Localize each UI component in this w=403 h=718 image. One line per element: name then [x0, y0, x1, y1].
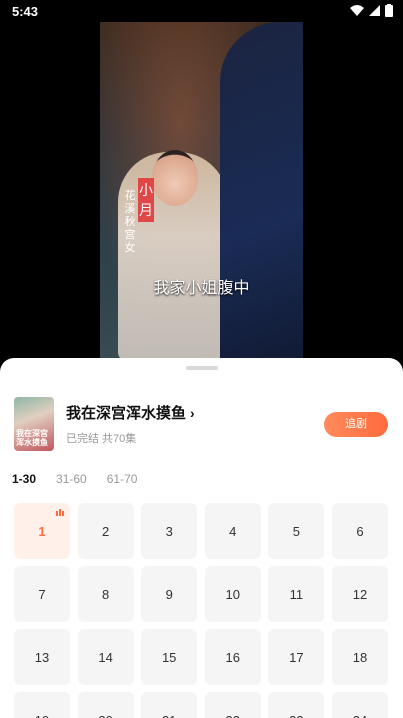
episode-button[interactable]: 16	[204, 629, 261, 685]
episode-number: 3	[165, 523, 173, 539]
episode-button[interactable]: 5	[268, 503, 325, 559]
sheet-drag-handle[interactable]	[186, 366, 218, 370]
status-bar: 5:43	[0, 0, 403, 24]
wifi-icon	[350, 5, 364, 16]
episode-number: 14	[98, 649, 113, 665]
video-character-head	[152, 150, 198, 206]
drama-title-link[interactable]: 我在深宫浑水摸鱼 ›	[66, 402, 195, 423]
episode-button[interactable]: 17	[268, 629, 325, 685]
episode-number: 21	[162, 713, 176, 718]
character-name-tag: 小月	[138, 178, 154, 222]
episode-number: 12	[352, 586, 368, 602]
video-foreground-figure	[220, 22, 303, 362]
episode-button[interactable]: 18	[331, 629, 388, 685]
episode-number: 10	[225, 586, 241, 602]
episode-number: 2	[101, 523, 110, 539]
signal-icon	[369, 5, 380, 16]
episode-number: 19	[35, 713, 49, 718]
status-icons	[350, 4, 393, 17]
episode-button[interactable]: 14	[77, 629, 134, 685]
episode-button[interactable]: 15	[141, 629, 198, 685]
episode-range-tabs: 1-30 31-60 61-70	[12, 472, 137, 486]
episode-button[interactable]: 11	[268, 566, 325, 622]
episode-button[interactable]: 9	[141, 566, 198, 622]
tab-61-70[interactable]: 61-70	[107, 472, 138, 486]
episode-number: 13	[34, 649, 50, 665]
episode-number: 20	[98, 713, 112, 718]
tab-31-60[interactable]: 31-60	[56, 472, 87, 486]
drama-cover-text: 我在深宫浑水摸鱼	[16, 429, 48, 447]
episode-button[interactable]: 1	[14, 503, 70, 559]
episode-button[interactable]: 20	[77, 692, 134, 718]
episode-button[interactable]: 13	[14, 629, 70, 685]
episode-number: 23	[289, 713, 303, 718]
episode-button[interactable]: 8	[77, 566, 134, 622]
episode-button[interactable]: 24	[331, 692, 388, 718]
follow-button[interactable]: 追剧	[324, 412, 388, 437]
episode-number: 18	[352, 649, 368, 665]
chevron-right-icon: ›	[190, 405, 195, 421]
episode-grid: 123456789101112131415161718192021222324	[14, 503, 390, 718]
episode-number: 4	[229, 523, 237, 539]
episode-button[interactable]: 19	[14, 692, 70, 718]
episode-number: 16	[225, 649, 241, 665]
status-time: 5:43	[12, 4, 39, 19]
episode-number: 15	[161, 649, 177, 665]
episode-number: 5	[292, 523, 300, 539]
video-subtitle: 我家小姐腹中	[153, 280, 250, 297]
drama-meta: 已完结 共70集	[66, 433, 137, 445]
episode-number: 22	[226, 713, 240, 718]
drama-cover[interactable]: 我在深宫浑水摸鱼	[14, 397, 54, 451]
episode-button[interactable]: 4	[204, 503, 261, 559]
episode-number: 24	[353, 713, 367, 718]
battery-icon	[385, 4, 393, 17]
episode-button[interactable]: 6	[331, 503, 388, 559]
episode-number: 17	[289, 649, 304, 665]
tab-1-30[interactable]: 1-30	[12, 472, 36, 486]
episode-button[interactable]: 3	[141, 503, 198, 559]
episode-button[interactable]: 22	[204, 692, 261, 718]
playing-indicator-icon	[56, 509, 64, 516]
episode-number: 6	[356, 523, 364, 539]
character-role-caption: 花溪秋宫女	[124, 190, 136, 254]
episode-button[interactable]: 10	[204, 566, 261, 622]
drama-title: 我在深宫浑水摸鱼	[66, 405, 187, 422]
episode-button[interactable]: 12	[331, 566, 388, 622]
episode-button[interactable]: 2	[77, 503, 134, 559]
episode-number: 7	[38, 586, 46, 602]
episode-button[interactable]: 7	[14, 566, 70, 622]
episode-sheet: 我在深宫浑水摸鱼 我在深宫浑水摸鱼 › 已完结 共70集 追剧 1-30 31-6…	[0, 358, 403, 718]
episode-number: 11	[289, 586, 304, 602]
episode-number: 8	[101, 586, 110, 602]
episode-button[interactable]: 21	[141, 692, 198, 718]
episode-button[interactable]: 23	[268, 692, 325, 718]
episode-number: 1	[38, 523, 46, 539]
episode-number: 9	[165, 586, 173, 602]
